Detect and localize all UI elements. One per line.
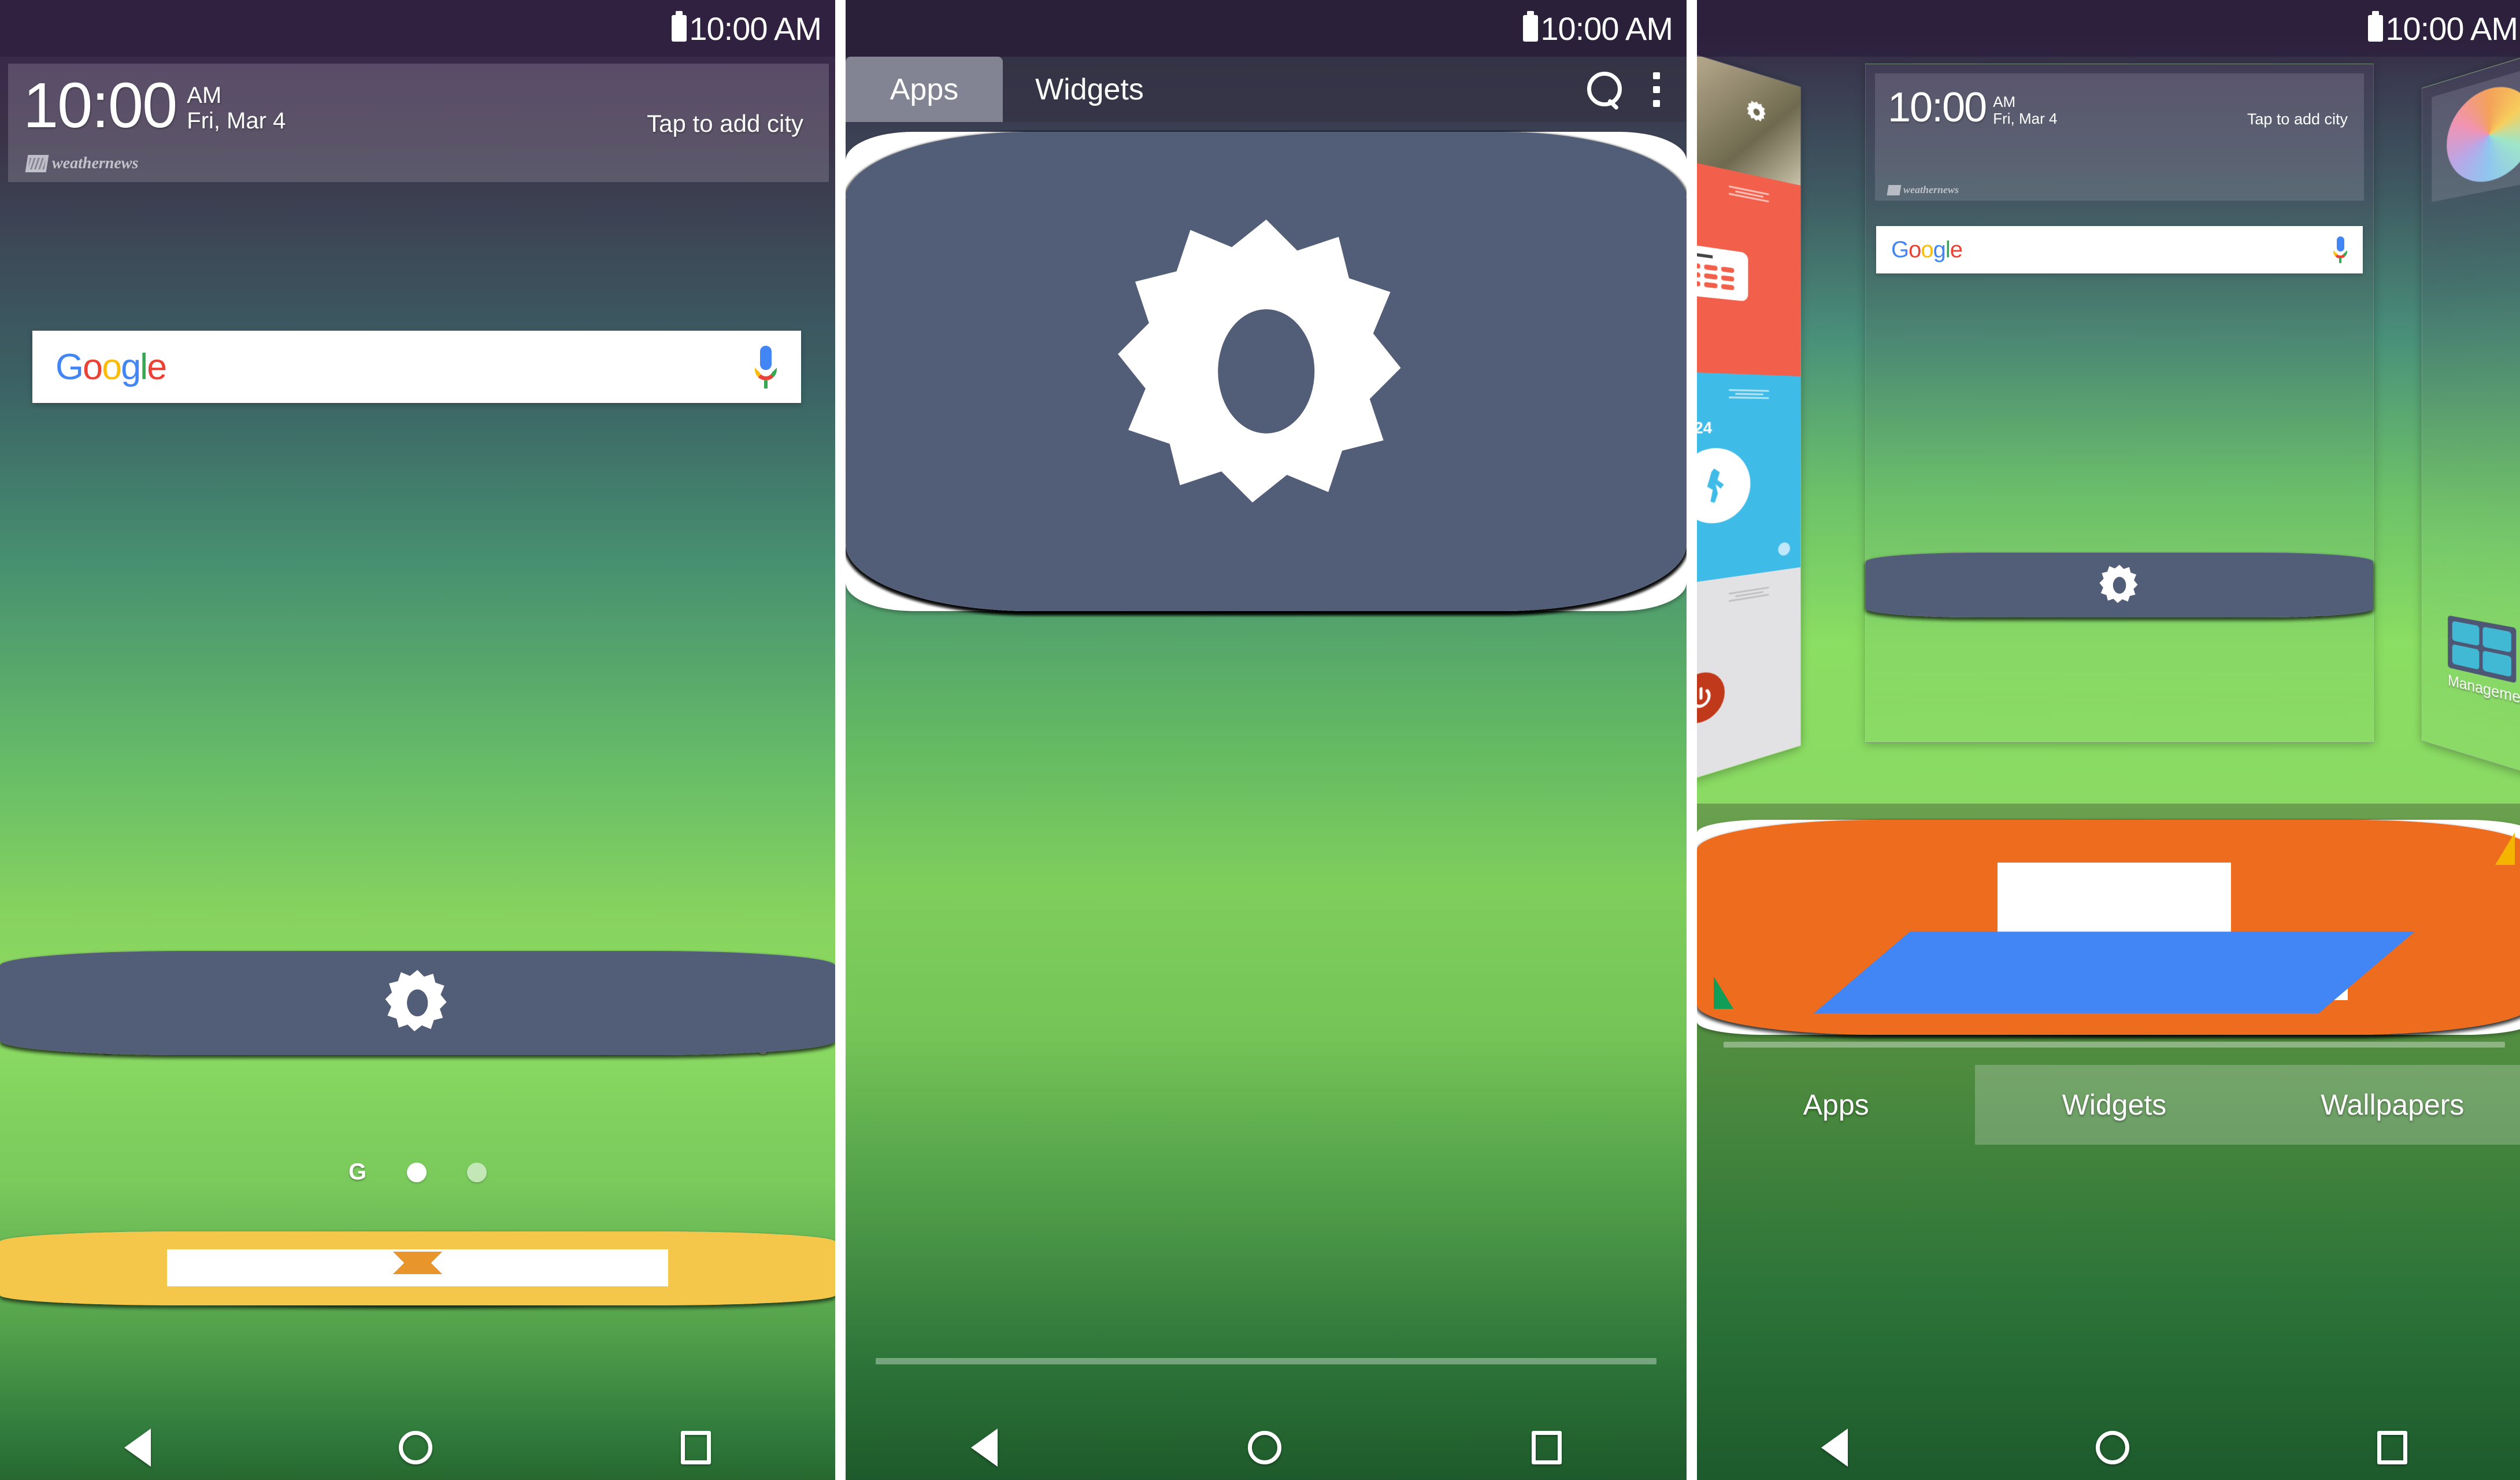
widget-resize-handle-icon [1729, 184, 1769, 205]
preview-add-city-prompt: Tap to add city [2247, 110, 2348, 128]
tab-widgets[interactable]: Widgets [1003, 57, 1176, 122]
widget-date: Fri, Mar 4 [187, 108, 286, 134]
preview-widget-ampm: AM [1993, 93, 2016, 110]
widget-resize-handle-icon [1729, 585, 1769, 605]
color-wheel-widget-preview [2432, 58, 2520, 202]
app-grid-row: QMemo+ Settings [846, 132, 1687, 611]
navigation-bar [0, 1415, 835, 1480]
widget-time: 10:00 [23, 70, 177, 141]
clock-weather-widget[interactable]: 10:00 AM Fri, Mar 4 Tap to add city weat… [8, 64, 829, 182]
preview-widget-time: 10:00 [1888, 84, 1987, 131]
color-wheel-icon [2447, 75, 2520, 190]
app-settings[interactable]: Settings [846, 132, 1687, 611]
back-triangle-icon[interactable] [124, 1429, 151, 1467]
battery-full-icon [2368, 11, 2384, 42]
battery-full-icon [672, 11, 687, 42]
clock-weather-widget-preview[interactable]: 10:00 AM Fri, Mar 4 Tap to add city weat… [1875, 73, 2364, 201]
add-city-prompt[interactable]: Tap to add city [647, 76, 814, 138]
battery-full-icon [1523, 11, 1539, 42]
edit-app-grid-row: Contacts DMB Docs Downloads [1697, 820, 2520, 1035]
tab-label: Widgets [1035, 72, 1144, 106]
navigation-bar [1697, 1415, 2520, 1480]
navigation-bar [846, 1415, 1687, 1480]
recents-square-icon[interactable] [1531, 1431, 1562, 1464]
back-triangle-icon[interactable] [970, 1429, 998, 1467]
preview-home-app-row: Google Play Store Camera Gallery [1866, 553, 2373, 617]
app-grid: Google Calculator FRI4 Calendar Camera C… [846, 132, 1687, 611]
status-bar: 10:00 AM [1697, 0, 2520, 57]
edit-tab-wallpapers[interactable]: Wallpapers [2253, 1065, 2520, 1145]
management-folder-icon [2448, 615, 2517, 683]
panel-divider [1687, 0, 1697, 1480]
home-screen-preview-area: 24 10:00 AM Fri, Mar 4 Tap to add city w… [1697, 0, 2520, 804]
google-logo: Google [1891, 236, 1963, 262]
status-bar: 10:00 AM [846, 0, 1687, 57]
home-screen-preview-left[interactable]: 24 [1697, 53, 1801, 780]
drawer-tab-bar: Apps Widgets [846, 57, 1687, 122]
edit-mode-drawer: Calculator FRI4 Calendar Camera Chrome [1697, 804, 2520, 1480]
home-circle-icon[interactable] [1247, 1431, 1281, 1464]
recents-square-icon[interactable] [2377, 1431, 2408, 1464]
widget-ampm: AM [187, 83, 222, 108]
calculator-widget-preview [1697, 243, 1748, 302]
microphone-icon [2333, 236, 2348, 263]
three-panel-screenshot: 10:00 AM 10:00 AM Fri, Mar 4 Tap to add … [0, 0, 2520, 1480]
panel-home-screen: 10:00 AM 10:00 AM Fri, Mar 4 Tap to add … [0, 0, 835, 1480]
preview-app-settings: Settings [1866, 553, 2373, 617]
status-bar-time: 10:00 AM [689, 10, 822, 47]
home-screen-preview-center[interactable]: 10:00 AM Fri, Mar 4 Tap to add city weat… [1865, 64, 2374, 743]
weathernews-logo-icon [1887, 184, 1902, 195]
panel-home-edit-mode: 24 10:00 AM Fri, Mar 4 Tap to add city w… [1697, 0, 2520, 1480]
widget-resize-handle-icon [1729, 387, 1769, 401]
preview-widget-date: Fri, Mar 4 [1993, 110, 2058, 128]
home-app-row: Google Play Store Camera Gallery Setting… [0, 951, 835, 1055]
tab-label: Widgets [2062, 1089, 2167, 1121]
google-now-indicator[interactable]: G [349, 1159, 366, 1185]
settings-gear-icon [1117, 219, 1401, 503]
more-vertical-icon[interactable] [1653, 72, 1660, 107]
page-indicator: G [0, 1159, 835, 1185]
tab-label: Wallpapers [2321, 1089, 2465, 1121]
microphone-icon[interactable] [754, 345, 778, 388]
edit-drawer-scroll-indicator[interactable] [1724, 1042, 2505, 1048]
home-circle-icon[interactable] [399, 1431, 433, 1464]
health-step-count: 24 [1697, 418, 1713, 438]
power-icon [1697, 668, 1725, 729]
edit-tab-apps[interactable]: Apps [1697, 1065, 1975, 1145]
preview-weather-provider: weathernews [1887, 184, 1959, 196]
tab-label: Apps [890, 72, 959, 106]
recents-square-icon[interactable] [681, 1431, 711, 1464]
panel-divider [835, 0, 846, 1480]
search-icon[interactable] [1587, 71, 1623, 108]
sun-icon [1778, 542, 1790, 557]
edit-app-grid: Calculator FRI4 Calendar Camera Chrome [1697, 820, 2520, 1035]
weather-provider: weathernews [25, 154, 138, 173]
weathernews-logo-icon [25, 155, 49, 172]
google-search-widget-preview[interactable]: Google [1876, 226, 2363, 273]
status-bar: 10:00 AM [0, 0, 835, 57]
page-dot[interactable] [467, 1162, 487, 1182]
google-logo: Google [55, 346, 167, 387]
status-bar-time: 10:00 AM [1540, 10, 1673, 47]
settings-gear-icon [385, 970, 447, 1032]
edit-mode-tab-bar: Apps Widgets Wallpapers [1697, 1065, 2520, 1145]
google-search-widget[interactable]: Google [32, 331, 801, 403]
status-bar-time: 10:00 AM [2385, 10, 2518, 47]
home-screen-preview-right[interactable]: Management [2422, 53, 2520, 776]
tab-apps[interactable]: Apps [846, 57, 1003, 122]
page-scroll-indicator[interactable] [876, 1358, 1656, 1364]
home-dock [0, 1227, 835, 1309]
panel-app-drawer: 10:00 AM Apps Widgets [846, 0, 1687, 1480]
home-circle-icon[interactable] [2095, 1431, 2129, 1464]
page-dot-active[interactable] [407, 1162, 427, 1182]
settings-gear-icon [1744, 95, 1769, 129]
dock-mail-icon[interactable] [0, 1231, 835, 1305]
lg-health-widget-preview [1697, 447, 1751, 527]
tab-label: Apps [1803, 1089, 1869, 1121]
edit-tab-widgets[interactable]: Widgets [1975, 1065, 2254, 1145]
preview-app-management: Management [2448, 615, 2520, 711]
back-triangle-icon[interactable] [1821, 1429, 1848, 1467]
home-app-settings[interactable]: Settings [0, 951, 835, 1055]
